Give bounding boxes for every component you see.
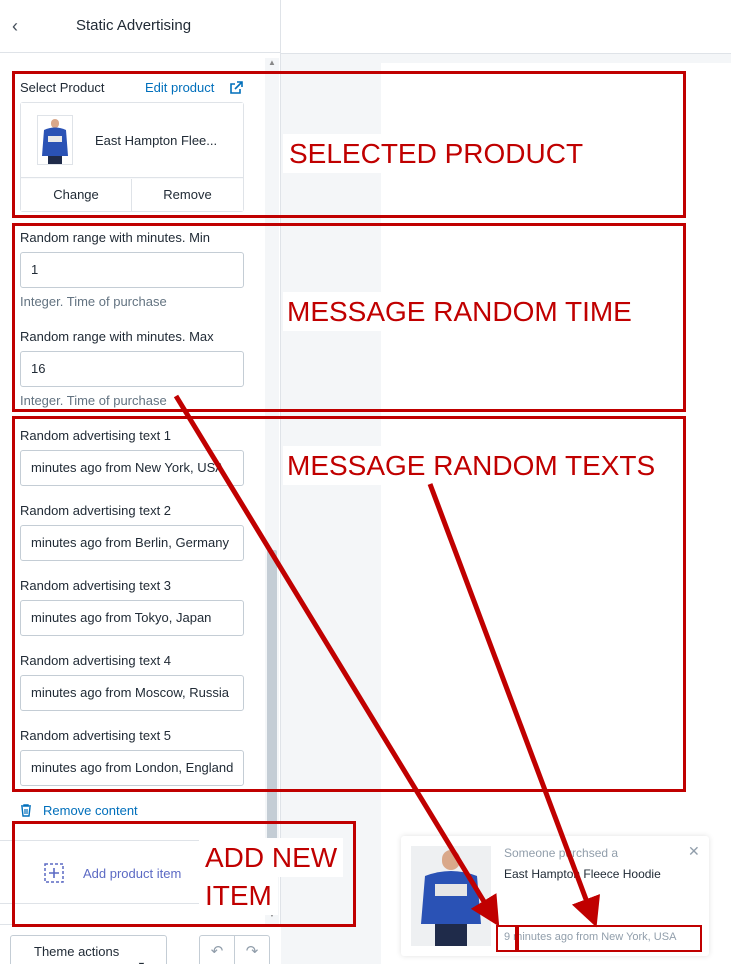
popup-text-box [517,925,702,952]
popup-headline: Someone purchsed a [504,846,619,860]
popup-product-image [411,846,491,946]
remove-content-label: Remove content [43,803,138,818]
theme-actions-button[interactable]: Theme actions ▼ [10,935,167,964]
chevron-left-icon[interactable]: ‹ [12,16,30,36]
preview-toolbar [281,0,731,54]
scroll-up-icon[interactable]: ▲ [267,58,277,68]
sidebar-footer: Theme actions ▼ ↶ ↷ [0,924,281,964]
undo-icon[interactable]: ↶ [199,935,235,964]
sidebar-title: Static Advertising [76,17,192,34]
annotation-add-new-line-2: ITEM [199,876,278,915]
popup-product-name[interactable]: East Hampton Fleece Hoodie [504,867,661,881]
annotation-random-time: MESSAGE RANDOM TIME [283,292,636,331]
trash-icon [21,804,31,817]
sidebar-header: ‹ Static Advertising [0,0,281,53]
popup-minutes-box [496,925,517,952]
annotation-random-texts: MESSAGE RANDOM TEXTS [283,446,660,485]
caret-down-icon: ▼ [137,949,146,964]
redo-icon[interactable]: ↷ [234,935,270,964]
annotation-selected-product: SELECTED PRODUCT [283,134,590,173]
annotation-add-new-line-1: ADD NEW [199,838,344,877]
close-icon[interactable]: ✕ [688,843,700,860]
theme-actions-label: Theme actions [34,944,120,959]
